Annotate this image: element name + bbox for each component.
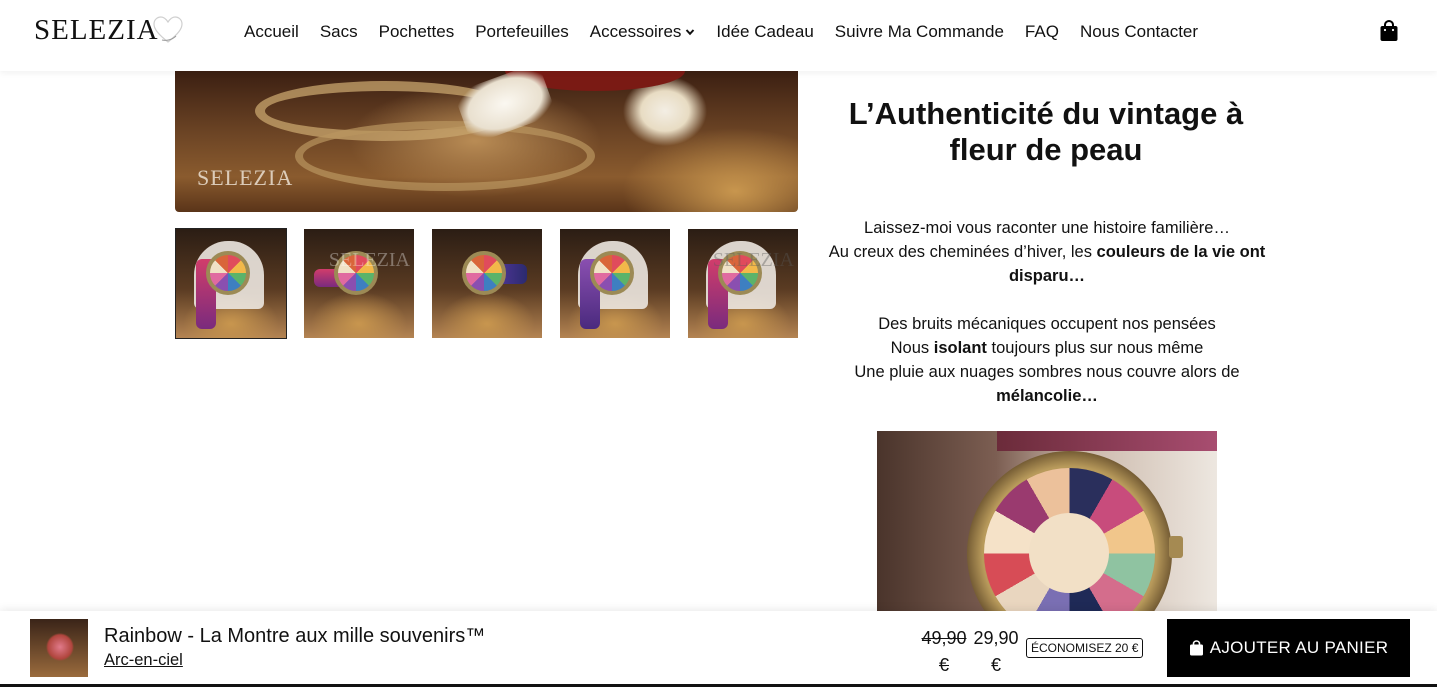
watch-face — [206, 251, 250, 295]
story-paragraph: Des bruits mécaniques occupent nos pensé… — [826, 312, 1268, 408]
watch-face — [462, 251, 506, 295]
section-headline: L’Authenticité du vintage à fleur de pea… — [848, 96, 1244, 167]
old-price: 49,90 € — [921, 628, 967, 675]
thumbnail-5[interactable]: SELEZIA — [688, 229, 798, 338]
thumbnail-3[interactable] — [432, 229, 542, 338]
story-emphasis: mélancolie… — [996, 387, 1098, 405]
story-text: Laissez-moi vous raconter une histoire f… — [826, 216, 1268, 432]
sticky-product-title: Rainbow - La Montre aux mille souvenirs™ — [104, 625, 486, 647]
nav-suivre-commande[interactable]: Suivre Ma Commande — [835, 22, 1004, 42]
variant-selector-link[interactable]: Arc-en-ciel — [104, 651, 183, 670]
image-rope — [295, 121, 595, 191]
add-to-cart-button[interactable]: AJOUTER AU PANIER — [1167, 619, 1410, 677]
nav-faq[interactable]: FAQ — [1025, 22, 1059, 42]
watch-closeup-image — [877, 431, 1217, 611]
heart-icon — [153, 16, 183, 43]
thumbnail-4[interactable] — [560, 229, 670, 338]
thumbnail-watermark: SELEZIA — [712, 249, 794, 271]
main-nav: Accueil Sacs Pochettes Portefeuilles Acc… — [244, 22, 1219, 42]
story-paragraph: Laissez-moi vous raconter une histoire f… — [826, 216, 1268, 288]
site-header: SELEZIA Accueil Sacs Pochettes Portefeui… — [0, 0, 1437, 71]
watch-strap — [997, 431, 1217, 451]
watch-face — [590, 251, 634, 295]
thumbnail-watermark: SELEZIA — [328, 249, 410, 271]
chevron-down-icon — [686, 29, 695, 36]
story-line: Nous — [890, 339, 934, 357]
image-watermark: SELEZIA — [197, 165, 294, 190]
savings-badge: ÉCONOMISEZ 20 € — [1026, 638, 1144, 658]
thumbnail-1[interactable] — [175, 228, 287, 339]
nav-idee-cadeau[interactable]: Idée Cadeau — [716, 22, 813, 42]
story-line: Des bruits mécaniques occupent nos pensé… — [878, 315, 1216, 333]
story-line: Au creux des cheminées d’hiver, les — [828, 243, 1097, 261]
story-line: toujours plus sur nous même — [986, 339, 1204, 357]
sale-price: 29,90 € — [973, 628, 1019, 675]
watch-center — [1029, 513, 1109, 593]
story-emphasis: isolant — [933, 339, 987, 357]
watch-crown — [1169, 536, 1183, 558]
shopping-bag-icon[interactable] — [1379, 20, 1399, 42]
nav-pochettes[interactable]: Pochettes — [379, 22, 455, 42]
nav-portefeuilles[interactable]: Portefeuilles — [475, 22, 569, 42]
story-line: Une pluie aux nuages sombres nous couvre… — [854, 363, 1240, 381]
thumbnail-2[interactable]: SELEZIA — [304, 229, 414, 338]
nav-contact[interactable]: Nous Contacter — [1080, 22, 1198, 42]
site-logo[interactable]: SELEZIA — [34, 14, 159, 47]
nav-accessoires[interactable]: Accessoires — [590, 22, 696, 42]
nav-accessoires-label: Accessoires — [589, 22, 682, 41]
main-product-image[interactable]: SELEZIA — [175, 71, 798, 212]
shopping-bag-icon — [1189, 640, 1203, 656]
sticky-product-thumbnail — [30, 619, 88, 677]
add-to-cart-label: AJOUTER AU PANIER — [1209, 638, 1389, 657]
sticky-cart-bar: Rainbow - La Montre aux mille souvenirs™… — [0, 611, 1437, 687]
story-line: Laissez-moi vous raconter une histoire f… — [864, 219, 1230, 237]
nav-sacs[interactable]: Sacs — [320, 22, 358, 42]
nav-accueil[interactable]: Accueil — [244, 22, 299, 42]
